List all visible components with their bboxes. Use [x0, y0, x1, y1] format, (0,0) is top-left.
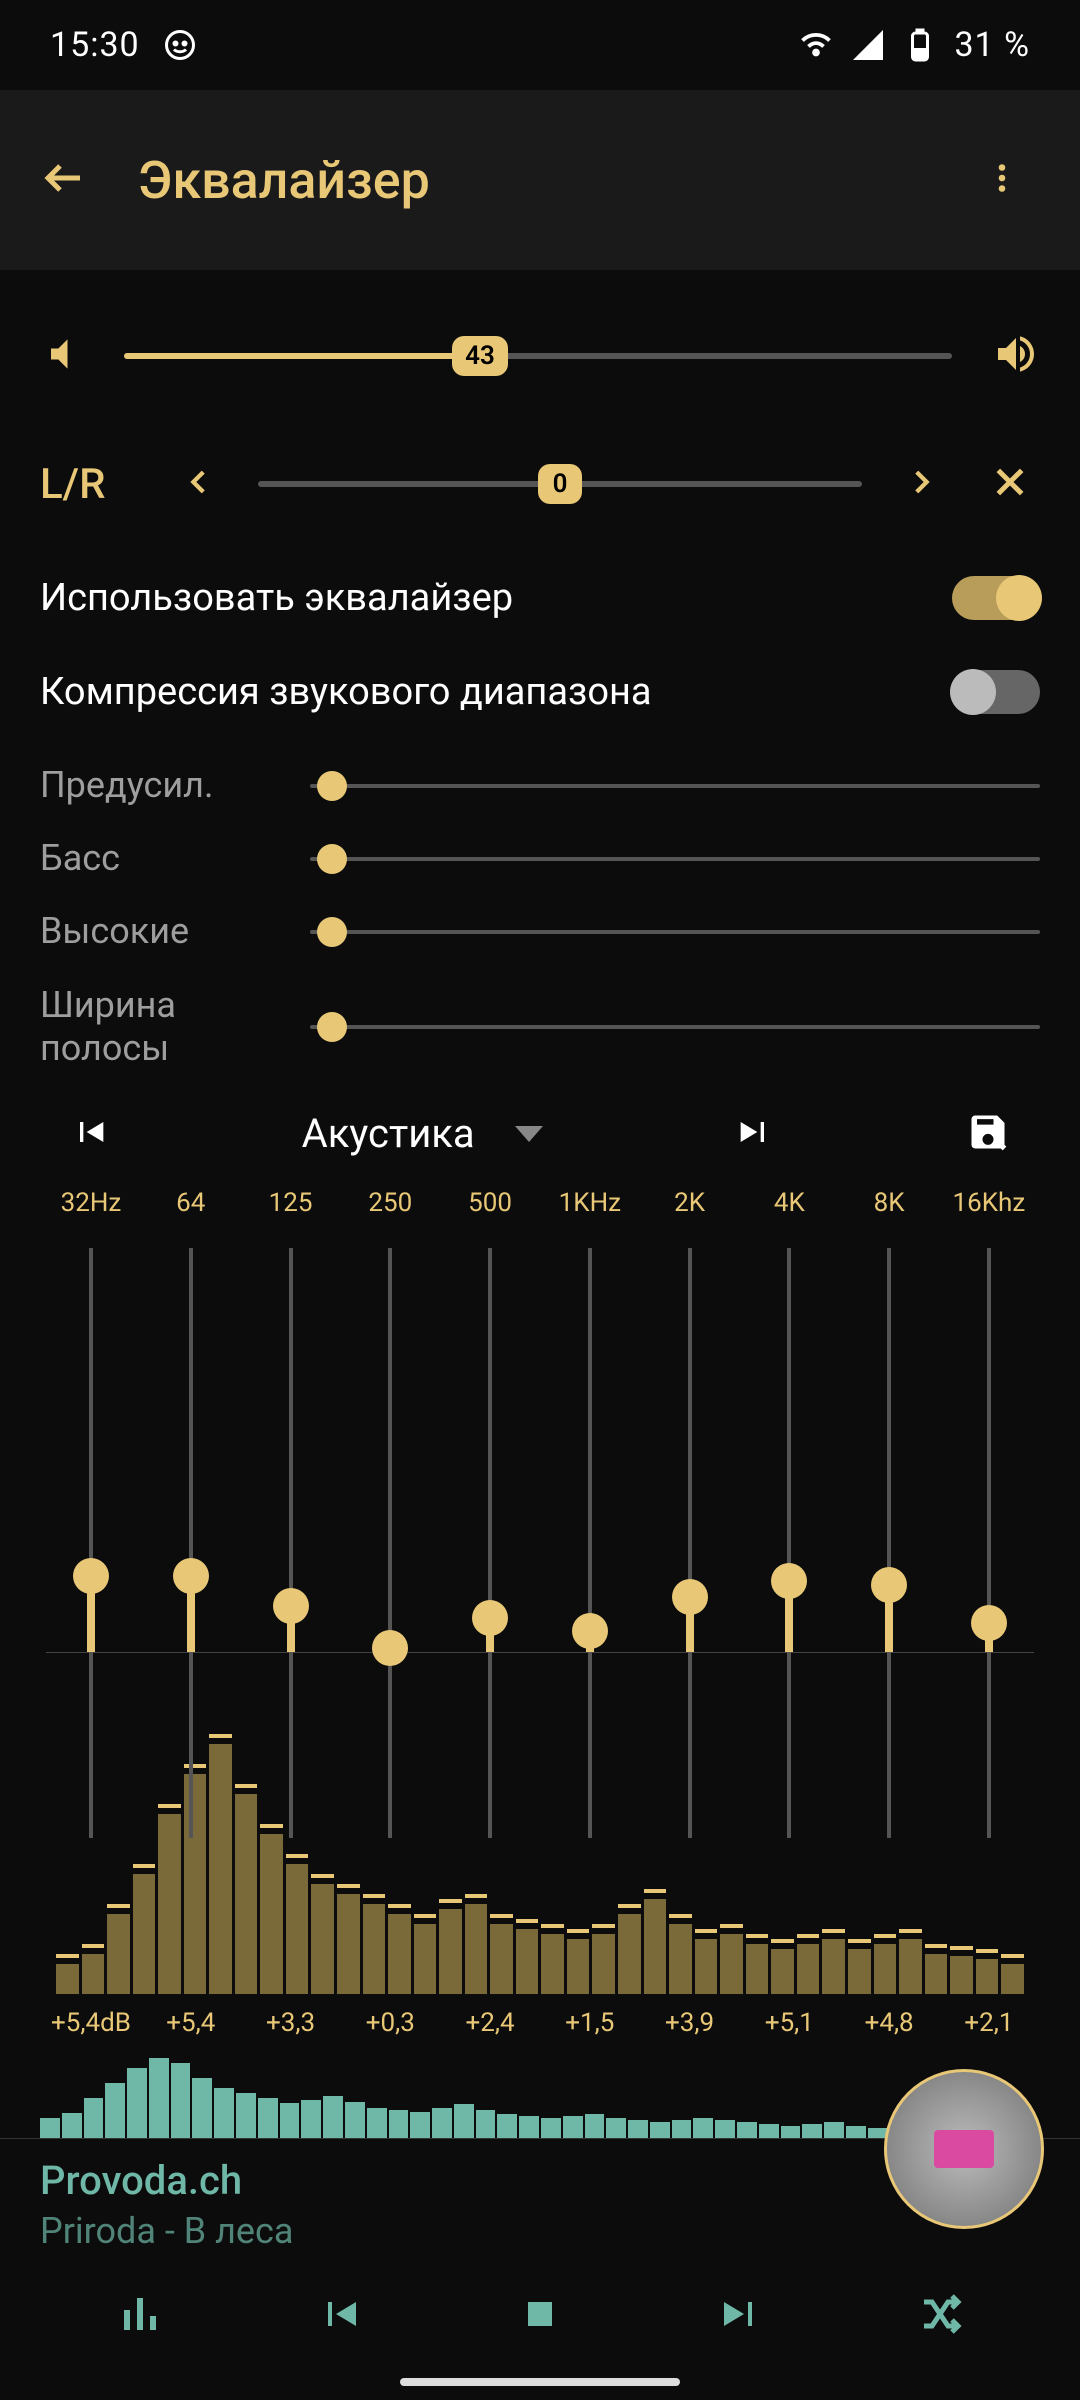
- volume-slider[interactable]: 43: [124, 353, 952, 359]
- freq-labels: 32Hz 64 125 250 500 1KHz 2K 4K 8K 16Khz: [40, 1188, 1040, 1218]
- bass-label: Басс: [40, 837, 270, 880]
- status-time: 15:30: [50, 25, 140, 65]
- balance-reset-button[interactable]: [980, 452, 1040, 516]
- volume-row: 43: [40, 330, 1040, 382]
- gain-label: +3,9: [645, 2008, 735, 2038]
- freq-label: 8K: [844, 1188, 934, 1218]
- signal-icon: [850, 27, 886, 63]
- compression-switch[interactable]: [952, 670, 1040, 714]
- balance-left-button[interactable]: [172, 455, 226, 513]
- eq-band-knob[interactable]: [73, 1558, 109, 1594]
- freq-label: 32Hz: [46, 1188, 136, 1218]
- gain-label: +4,8: [844, 2008, 934, 2038]
- gain-label: +5,4: [146, 2008, 236, 2038]
- gain-label: +0,3: [345, 2008, 435, 2038]
- shuffle-button[interactable]: [916, 2290, 964, 2342]
- balance-row: L/R 0: [40, 452, 1040, 516]
- equalizer-button[interactable]: [116, 2290, 164, 2342]
- compression-label: Компрессия звукового диапазона: [40, 670, 652, 714]
- status-battery: 31 %: [954, 25, 1030, 65]
- battery-icon: [902, 27, 938, 63]
- treble-label: Высокие: [40, 910, 270, 953]
- eq-band-knob[interactable]: [871, 1567, 907, 1603]
- bass-slider[interactable]: [310, 857, 1040, 861]
- use-eq-switch[interactable]: [952, 576, 1040, 620]
- use-eq-row: Использовать эквалайзер: [40, 576, 1040, 620]
- balance-slider[interactable]: 0: [258, 481, 862, 487]
- prev-track-button[interactable]: [316, 2290, 364, 2342]
- eq-band-knob[interactable]: [472, 1600, 508, 1636]
- eq-bands[interactable]: [46, 1228, 1034, 1998]
- next-track-button[interactable]: [716, 2290, 764, 2342]
- preset-name: Акустика: [302, 1110, 475, 1157]
- gain-label: +5,1: [744, 2008, 834, 2038]
- wifi-icon: [798, 27, 834, 63]
- compression-row: Компрессия звукового диапазона: [40, 670, 1040, 714]
- preset-row: Акустика: [70, 1110, 1010, 1158]
- preset-save-button[interactable]: [966, 1110, 1010, 1158]
- freq-label: 1KHz: [545, 1188, 635, 1218]
- use-eq-label: Использовать эквалайзер: [40, 576, 513, 620]
- eq-band-knob[interactable]: [372, 1630, 408, 1666]
- now-playing-subtitle: Priroda - В леса: [40, 2210, 1040, 2252]
- freq-label: 64: [146, 1188, 236, 1218]
- app-bar: Эквалайзер: [0, 90, 1080, 270]
- stop-button[interactable]: [516, 2290, 564, 2342]
- balance-right-button[interactable]: [894, 455, 948, 513]
- balance-value: 0: [553, 469, 568, 499]
- volume-value: 43: [465, 341, 495, 371]
- freq-label: 16Khz: [944, 1188, 1034, 1218]
- eq-band-knob[interactable]: [771, 1563, 807, 1599]
- gain-label: +5,4dB: [46, 2008, 136, 2038]
- freq-label: 4K: [744, 1188, 834, 1218]
- status-bar: 15:30 31 %: [0, 0, 1080, 90]
- bass-row: Басс: [40, 837, 1040, 880]
- spectrum-visualizer: [46, 1694, 1034, 1994]
- gain-label: +2,4: [445, 2008, 535, 2038]
- app-notif-icon: [162, 27, 198, 63]
- preset-dropdown[interactable]: Акустика: [302, 1110, 543, 1157]
- freq-label: 500: [445, 1188, 535, 1218]
- treble-slider[interactable]: [310, 930, 1040, 934]
- home-indicator[interactable]: [400, 2378, 680, 2386]
- preset-prev-button[interactable]: [70, 1112, 110, 1156]
- preamp-row: Предусил.: [40, 764, 1040, 807]
- balance-label: L/R: [40, 460, 140, 509]
- eq-band-knob[interactable]: [572, 1613, 608, 1649]
- treble-row: Высокие: [40, 910, 1040, 953]
- player-controls: [0, 2260, 1080, 2382]
- back-button[interactable]: [40, 154, 88, 206]
- now-playing[interactable]: Provoda.ch Priroda - В леса: [0, 2138, 1080, 2260]
- volume-low-icon: [40, 332, 84, 380]
- freq-label: 2K: [645, 1188, 735, 1218]
- eq-band-knob[interactable]: [273, 1588, 309, 1624]
- gain-label: +1,5: [545, 2008, 635, 2038]
- bandwidth-slider[interactable]: [310, 1025, 1040, 1029]
- gain-label: +3,3: [246, 2008, 336, 2038]
- preamp-label: Предусил.: [40, 764, 270, 807]
- preset-next-button[interactable]: [734, 1112, 774, 1156]
- bandwidth-label: Ширина полосы: [40, 984, 270, 1070]
- eq-band-knob[interactable]: [672, 1579, 708, 1615]
- eq-band-knob[interactable]: [971, 1605, 1007, 1641]
- overflow-menu-button[interactable]: [964, 140, 1040, 220]
- volume-high-icon: [992, 330, 1040, 382]
- freq-label: 125: [246, 1188, 336, 1218]
- preamp-slider[interactable]: [310, 784, 1040, 788]
- gain-label: +2,1: [944, 2008, 1034, 2038]
- chevron-down-icon: [515, 1126, 543, 1142]
- freq-label: 250: [345, 1188, 435, 1218]
- bandwidth-row: Ширина полосы: [40, 984, 1040, 1070]
- album-art[interactable]: [884, 2069, 1044, 2229]
- eq-band-knob[interactable]: [173, 1558, 209, 1594]
- gain-labels: +5,4dB +5,4 +3,3 +0,3 +2,4 +1,5 +3,9 +5,1 +4,8 +2…: [40, 2008, 1040, 2038]
- page-title: Эквалайзер: [138, 150, 914, 211]
